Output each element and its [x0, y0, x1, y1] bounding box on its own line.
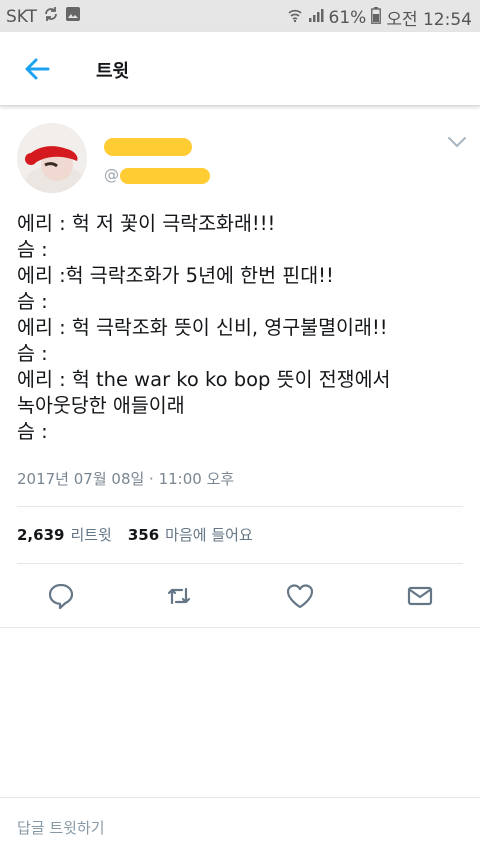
retweet-icon[interactable] — [164, 581, 194, 611]
status-bar: SKT 61% 오전 12:54 — [0, 0, 480, 32]
tweet-timestamp: 2017년 07월 08일 · 11:00 오후 — [17, 470, 235, 488]
direct-message-icon[interactable] — [405, 581, 435, 611]
tweet-line: 슴 : — [17, 420, 48, 443]
battery-icon — [371, 6, 382, 29]
handle-redaction — [120, 168, 210, 184]
tweet-line: 에리 : 헉 저 꽃이 극락조화래!!! — [17, 212, 276, 235]
divider — [17, 563, 463, 564]
reply-bar[interactable]: 답글 트윗하기 — [0, 797, 480, 853]
clock: 오전 12:54 — [386, 10, 472, 30]
app-bar: 트윗 — [0, 32, 480, 106]
carrier-label: SKT — [6, 6, 38, 27]
like-label[interactable]: 마음에 들어요 — [165, 524, 253, 545]
avatar[interactable] — [17, 123, 87, 193]
signal-icon — [308, 7, 324, 28]
status-right: 61% 오전 12:54 — [287, 5, 472, 30]
reply-input[interactable]: 답글 트윗하기 — [17, 817, 105, 838]
tweet-line: 슴 : — [17, 342, 48, 365]
tweet-line: 에리 : 헉 the war ko ko bop 뜻이 전쟁에서 — [17, 368, 391, 391]
user-handle[interactable]: @ — [104, 166, 119, 184]
tweet-line: 에리 :헉 극락조화가 5년에 한번 핀대!! — [17, 264, 334, 287]
tweet-line: 슴 : — [17, 290, 48, 313]
page-title: 트윗 — [96, 61, 130, 82]
chevron-down-icon[interactable] — [446, 134, 468, 150]
tweet-line: 녹아웃당한 애들이래 — [17, 394, 185, 417]
like-count[interactable]: 356 — [128, 526, 159, 544]
back-arrow-icon[interactable] — [22, 54, 52, 84]
tweet-actions — [0, 577, 480, 617]
status-left: SKT — [6, 5, 81, 28]
battery-percent: 61% — [328, 7, 367, 28]
tweet-line: 에리 : 헉 극락조화 뜻이 신비, 영구불멸이래!! — [17, 316, 388, 339]
retweet-label[interactable]: 리트윗 — [70, 524, 111, 545]
wifi-icon — [287, 7, 303, 28]
retweet-count[interactable]: 2,639 — [17, 526, 64, 544]
sync-icon — [43, 5, 59, 28]
tweet-stats: 2,639 리트윗 356 마음에 들어요 — [17, 524, 269, 545]
heart-icon[interactable] — [285, 581, 315, 611]
tweet-text: 에리 : 헉 저 꽃이 극락조화래!!! 슴 : 에리 :헉 극락조화가 5년에… — [17, 211, 467, 445]
reply-icon[interactable] — [46, 581, 76, 611]
image-icon — [65, 6, 81, 27]
display-name-redaction — [104, 138, 192, 156]
divider — [17, 506, 463, 507]
tweet-line: 슴 : — [17, 238, 48, 261]
divider — [0, 627, 480, 628]
